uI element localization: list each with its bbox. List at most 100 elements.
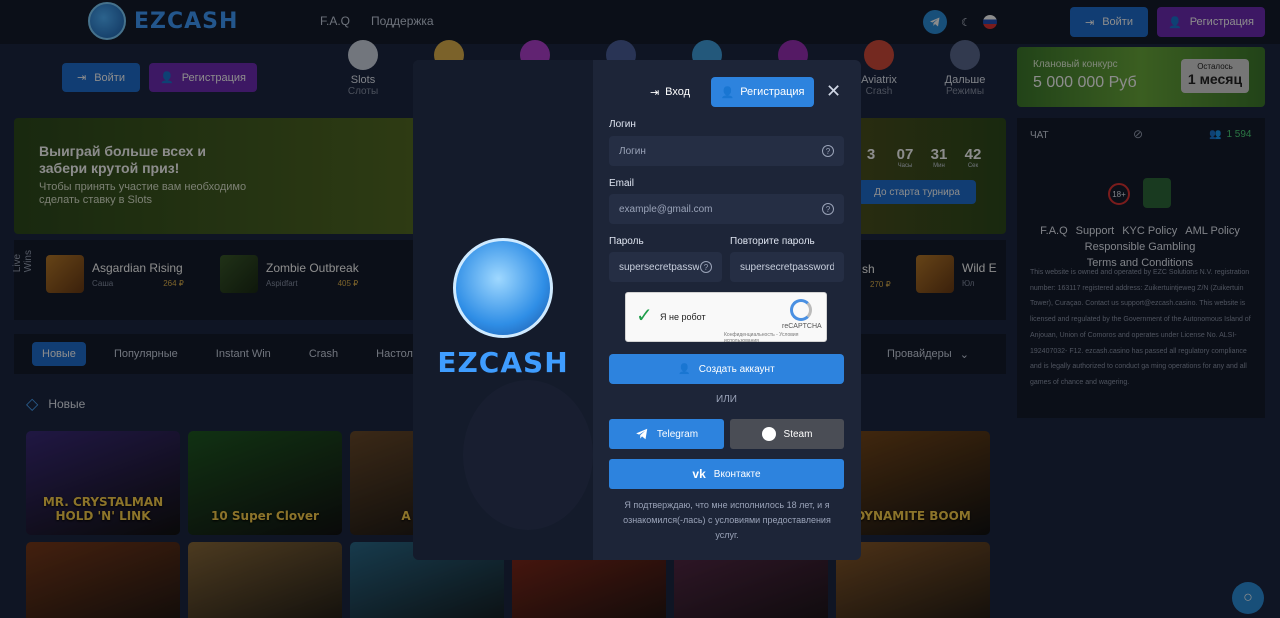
category-item[interactable]: Дальше Режимы — [922, 40, 1008, 110]
timer-segment: 42 Сек — [960, 146, 986, 169]
live-win-item[interactable]: Zombie Outbreak Aspidfart 405 ₽ — [220, 255, 359, 293]
password-field-label: Пароль — [609, 236, 644, 247]
live-win-user: Саша — [92, 278, 114, 288]
header-login-label: Войти — [1102, 16, 1133, 28]
timer-unit: Мин — [933, 163, 945, 169]
email-input[interactable]: example@gmail.com ? — [609, 194, 844, 224]
timer-value: 3 — [866, 146, 876, 163]
support-chat-icon[interactable]: ○ — [1232, 582, 1264, 614]
game-card[interactable]: Wolf Piggies — [188, 542, 342, 618]
login-input[interactable]: Логин ? — [609, 136, 844, 166]
category-label: Slots — [350, 74, 376, 86]
password-value: supersecretpassword — [619, 261, 699, 273]
register-button[interactable]: 👤 Регистрация — [149, 63, 257, 92]
login-button[interactable]: ⇥ Войти — [62, 63, 140, 92]
game-card[interactable]: MR. CRYSTALMAN HOLD 'N' LINK — [26, 431, 180, 535]
eye-off-icon[interactable]: ⊘ — [1133, 127, 1143, 141]
help-icon[interactable]: ? — [700, 261, 712, 273]
shark-logo-icon — [88, 2, 126, 40]
online-counter: 👥 1 594 — [1209, 129, 1251, 140]
tournament-start-button[interactable]: До старта турнира — [858, 180, 976, 204]
vk-login-button[interactable]: vk Вконтакте — [609, 459, 844, 489]
header-login-button[interactable]: ⇥ Войти — [1070, 7, 1148, 37]
tab-login[interactable]: ⇥ Вход — [625, 77, 715, 107]
live-win-item[interactable]: sh — [862, 262, 875, 276]
theme-moon-icon[interactable]: ☾ — [954, 10, 978, 34]
live-win-user: Юл — [962, 278, 975, 288]
help-icon[interactable]: ? — [822, 145, 834, 157]
header-register-button[interactable]: 👤 Регистрация — [1157, 7, 1265, 37]
repeat-password-input[interactable]: supersecretpassword — [730, 252, 844, 282]
live-win-game: sh — [862, 262, 875, 276]
footer-link[interactable]: Responsible Gambling — [1085, 239, 1196, 255]
captcha-label: Я не робот — [660, 312, 706, 322]
footer-link[interactable]: KYC Policy — [1122, 223, 1177, 239]
tab-3[interactable]: Crash — [299, 342, 348, 366]
footer-link[interactable]: AML Policy — [1185, 223, 1240, 239]
live-win-user: Aspidfart — [266, 278, 298, 288]
repeat-password-value: supersecretpassword — [740, 261, 834, 273]
recaptcha-logo-icon — [790, 299, 812, 321]
category-icon — [864, 40, 894, 70]
live-wins-label: Live Wins — [12, 250, 34, 273]
create-account-button[interactable]: 👤 Создать аккаунт — [609, 354, 844, 384]
telegram-login-button[interactable]: Telegram — [609, 419, 724, 449]
recaptcha-widget[interactable]: ✓ Я не робот reCAPTCHA Конфиденциальност… — [625, 292, 827, 344]
close-icon[interactable]: ✕ — [826, 82, 841, 100]
footer-link[interactable]: Support — [1076, 223, 1115, 239]
footer-links: F.A.Q Support KYC Policy AML PolicyResponsi… — [1024, 223, 1256, 271]
game-title: MR. CRYSTALMAN HOLD 'N' LINK — [42, 495, 164, 523]
login-label: Войти — [94, 71, 125, 84]
footer-link[interactable]: F.A.Q — [1040, 223, 1068, 239]
registration-modal: EZCASH ⇥ Вход 👤 Регистрация ✕ Логин Логин … — [413, 60, 861, 560]
modal-brand-name: EZCASH — [437, 346, 569, 379]
game-card[interactable]: 10 Super Clover — [188, 431, 342, 535]
timer-segment: 31 Мин — [926, 146, 952, 169]
timer-value: 31 — [930, 146, 948, 163]
tab-0[interactable]: Новые — [32, 342, 86, 366]
brand-logo[interactable]: EZCASH — [88, 2, 238, 40]
category-item[interactable]: Slots Слоты — [320, 40, 406, 110]
age-disclaimer: Я подтверждаю, что мне исполнилось 18 ле… — [623, 500, 831, 540]
create-account-label: Создать аккаунт — [698, 363, 775, 375]
tab-2[interactable]: Instant Win — [206, 342, 281, 366]
tab-register[interactable]: 👤 Регистрация — [711, 77, 814, 107]
help-icon[interactable]: ? — [822, 203, 834, 215]
providers-dropdown[interactable]: Провайдеры ⌄ — [887, 348, 969, 361]
users-icon: 👥 — [1209, 129, 1222, 140]
language-ru-flag-icon[interactable] — [983, 15, 997, 29]
captcha-links[interactable]: Конфиденциальность - Условия использован… — [724, 332, 826, 344]
category-icon — [950, 40, 980, 70]
game-card[interactable]: COIN EXPRESS — [26, 542, 180, 618]
clan-contest-promo[interactable]: Клановый конкурс 5 000 000 Руб Осталось … — [1017, 47, 1265, 107]
telegram-icon[interactable] — [923, 10, 947, 34]
vk-icon: vk — [692, 467, 706, 481]
nav-support[interactable]: Поддержка — [371, 14, 434, 28]
timer-value: 07 — [896, 146, 914, 163]
category-label: Дальше — [944, 74, 986, 86]
category-icon — [348, 40, 378, 70]
watermark-shark-icon — [463, 380, 593, 530]
category-sublabel: Режимы — [945, 86, 985, 97]
live-win-item[interactable]: Wild E Юл — [916, 255, 997, 293]
timer-unit: Сек — [967, 163, 979, 169]
steam-login-button[interactable]: Steam — [730, 419, 844, 449]
chat-label: ЧАТ — [1030, 130, 1049, 141]
password-input[interactable]: supersecretpassword ? — [609, 252, 722, 282]
live-win-item[interactable]: Asgardian Rising Саша 264 ₽ — [46, 255, 184, 293]
captcha-brand: reCAPTCHA — [782, 323, 822, 330]
tab-register-label: Регистрация — [740, 86, 805, 98]
add-user-icon: 👤 — [159, 72, 174, 84]
tab-1[interactable]: Популярные — [104, 342, 188, 366]
license-seal-icon[interactable] — [1143, 178, 1171, 208]
section-title: Новые — [48, 397, 86, 411]
timer-segment: 07 Часы — [892, 146, 918, 169]
live-win-amount: 405 ₽ — [337, 278, 359, 288]
section-header: ◇ Новые — [26, 394, 85, 414]
live-win-amount: 264 ₽ — [163, 278, 184, 288]
nav-faq[interactable]: F.A.Q — [320, 14, 350, 28]
age-18-badge: 18+ — [1108, 183, 1130, 205]
checkmark-icon[interactable]: ✓ — [636, 303, 653, 328]
add-user-icon: 👤 — [678, 363, 691, 375]
login-placeholder: Логин — [619, 145, 646, 157]
